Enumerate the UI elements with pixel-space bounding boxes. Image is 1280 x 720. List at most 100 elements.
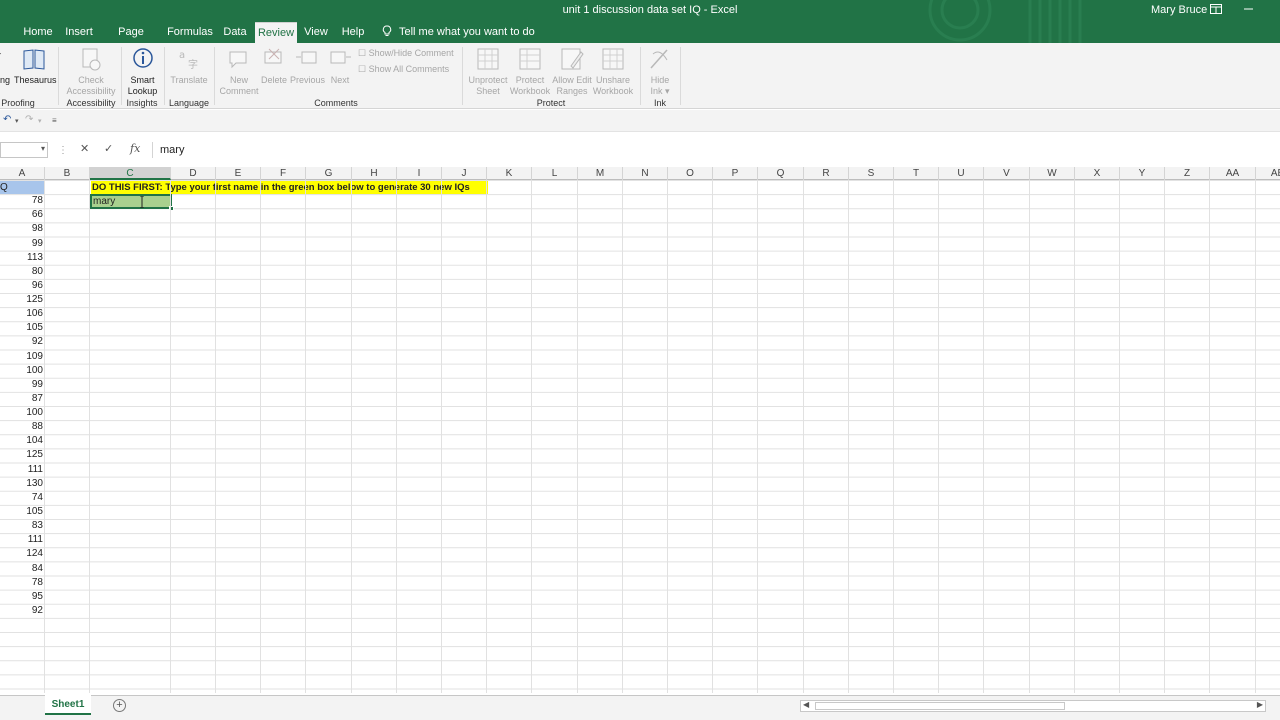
scroll-left-icon[interactable]: ◀ [803, 700, 809, 709]
redo-icon[interactable]: ↷ [25, 114, 33, 125]
iq-value-cell[interactable]: 92 [0, 335, 44, 349]
tab-help[interactable]: Help [336, 22, 370, 43]
hide-ink-button[interactable]: Hide Ink ▾ [645, 46, 675, 97]
undo-icon[interactable]: ↶ [3, 114, 11, 125]
new-comment-button[interactable]: New Comment [219, 46, 259, 97]
previous-comment-button[interactable]: Previous [290, 46, 325, 86]
name-box[interactable]: ▾ [0, 142, 48, 158]
iq-value-cell[interactable]: 92 [0, 604, 44, 618]
column-header-u[interactable]: U [939, 167, 984, 180]
column-header-v[interactable]: V [984, 167, 1030, 180]
iq-value-cell[interactable]: 124 [0, 547, 44, 561]
column-header-p[interactable]: P [713, 167, 758, 180]
iq-value-cell[interactable]: 78 [0, 576, 44, 590]
unprotect-sheet-button[interactable]: Unprotect Sheet [467, 46, 509, 97]
iq-value-cell[interactable]: 111 [0, 533, 44, 547]
tab-data[interactable]: Data [218, 22, 252, 43]
column-header-q[interactable]: Q [758, 167, 804, 180]
iq-value-cell[interactable]: 78 [0, 194, 44, 208]
iq-value-cell[interactable]: 111 [0, 463, 44, 477]
column-header-aa[interactable]: AA [1210, 167, 1256, 180]
redo-dropdown-icon[interactable]: ▾ [38, 117, 42, 125]
allow-edit-ranges-button[interactable]: Allow Edit Ranges [551, 46, 593, 97]
minimize-icon[interactable] [1244, 0, 1254, 14]
delete-comment-button[interactable]: Delete [259, 46, 289, 86]
column-header-n[interactable]: N [623, 167, 668, 180]
column-header-j[interactable]: J [442, 167, 487, 180]
iq-value-cell[interactable]: 95 [0, 590, 44, 604]
column-header-a[interactable]: A [0, 167, 45, 180]
column-header-g[interactable]: G [306, 167, 352, 180]
iq-value-cell[interactable]: 106 [0, 307, 44, 321]
enter-check-icon[interactable]: ✓ [104, 142, 113, 155]
iq-value-cell[interactable]: 87 [0, 392, 44, 406]
column-header-z[interactable]: Z [1165, 167, 1210, 180]
column-header-s[interactable]: S [849, 167, 894, 180]
iq-value-cell[interactable]: 105 [0, 505, 44, 519]
column-header-e[interactable]: E [216, 167, 261, 180]
iq-value-cell[interactable]: 99 [0, 237, 44, 251]
column-header-k[interactable]: K [487, 167, 532, 180]
column-header-ab[interactable]: AB [1256, 167, 1280, 180]
iq-value-cell[interactable]: 96 [0, 279, 44, 293]
column-header-l[interactable]: L [532, 167, 578, 180]
tab-home[interactable]: Home [18, 22, 58, 43]
tab-insert[interactable]: Insert [62, 22, 96, 43]
column-header-f[interactable]: F [261, 167, 306, 180]
iq-value-cell[interactable]: 113 [0, 251, 44, 265]
protect-workbook-button[interactable]: Protect Workbook [509, 46, 551, 97]
iq-value-cell[interactable]: 83 [0, 519, 44, 533]
thesaurus-button[interactable]: Thesaurus [14, 46, 57, 86]
column-header-t[interactable]: T [894, 167, 939, 180]
iq-value-cell[interactable]: 125 [0, 448, 44, 462]
name-input-cell[interactable]: mary [90, 194, 174, 211]
horizontal-scrollbar[interactable]: ◀ ▶ [800, 700, 1266, 712]
undo-dropdown-icon[interactable]: ▾ [15, 117, 19, 125]
ribbon-display-options-icon[interactable] [1210, 3, 1222, 17]
iq-value-cell[interactable]: 100 [0, 406, 44, 420]
smart-lookup-button[interactable]: Smart Lookup [126, 46, 159, 97]
tab-formulas[interactable]: Formulas [166, 22, 214, 43]
iq-value-cell[interactable]: 84 [0, 562, 44, 576]
worksheet-grid[interactable]: Q DO THIS FIRST: Type your first name in… [0, 180, 1280, 693]
iq-value-cell[interactable]: 66 [0, 208, 44, 222]
iq-value-cell[interactable]: 98 [0, 222, 44, 236]
column-header-m[interactable]: M [578, 167, 623, 180]
tab-view[interactable]: View [300, 22, 332, 43]
iq-value-cell[interactable]: 125 [0, 293, 44, 307]
column-header-y[interactable]: Y [1120, 167, 1165, 180]
column-header-r[interactable]: R [804, 167, 849, 180]
column-header-h[interactable]: H [352, 167, 397, 180]
iq-value-cell[interactable]: 109 [0, 350, 44, 364]
iq-value-cell[interactable]: 100 [0, 364, 44, 378]
translate-button[interactable]: a字 Translate [169, 46, 209, 86]
show-hide-comment-button[interactable]: ☐ Show/Hide Comment [358, 48, 454, 59]
instruction-banner[interactable]: DO THIS FIRST: Type your first name in t… [91, 181, 488, 194]
check-accessibility-button[interactable]: Check Accessibility [66, 46, 116, 97]
spelling-button[interactable]: ing [0, 46, 12, 86]
tab-page-layout[interactable]: Page Layout [102, 22, 160, 43]
column-header-x[interactable]: X [1075, 167, 1120, 180]
column-header-w[interactable]: W [1030, 167, 1075, 180]
user-name[interactable]: Mary Bruce [1151, 4, 1207, 16]
formula-input[interactable]: mary [152, 142, 1280, 158]
column-header-c[interactable]: C [90, 167, 171, 180]
iq-value-cell[interactable]: 99 [0, 378, 44, 392]
iq-value-cell[interactable]: 105 [0, 321, 44, 335]
tell-me-search[interactable]: Tell me what you want to do [382, 22, 535, 43]
insert-function-icon[interactable]: fx [130, 142, 140, 155]
iq-value-cell[interactable]: 104 [0, 434, 44, 448]
sheet-tab-sheet1[interactable]: Sheet1 [45, 695, 91, 715]
column-header-i[interactable]: I [397, 167, 442, 180]
scroll-right-icon[interactable]: ▶ [1257, 700, 1263, 709]
cell-a1[interactable]: Q [0, 181, 45, 194]
cancel-icon[interactable]: ✕ [80, 142, 89, 155]
add-sheet-icon[interactable]: + [113, 699, 126, 712]
iq-value-cell[interactable]: 88 [0, 420, 44, 434]
customize-qat-icon[interactable]: ≡ [52, 116, 57, 125]
name-box-dropdown-icon[interactable]: ▾ [41, 144, 45, 153]
scrollbar-thumb[interactable] [815, 702, 1065, 710]
iq-value-cell[interactable]: 74 [0, 491, 44, 505]
column-header-d[interactable]: D [171, 167, 216, 180]
tab-review[interactable]: Review [255, 22, 297, 43]
